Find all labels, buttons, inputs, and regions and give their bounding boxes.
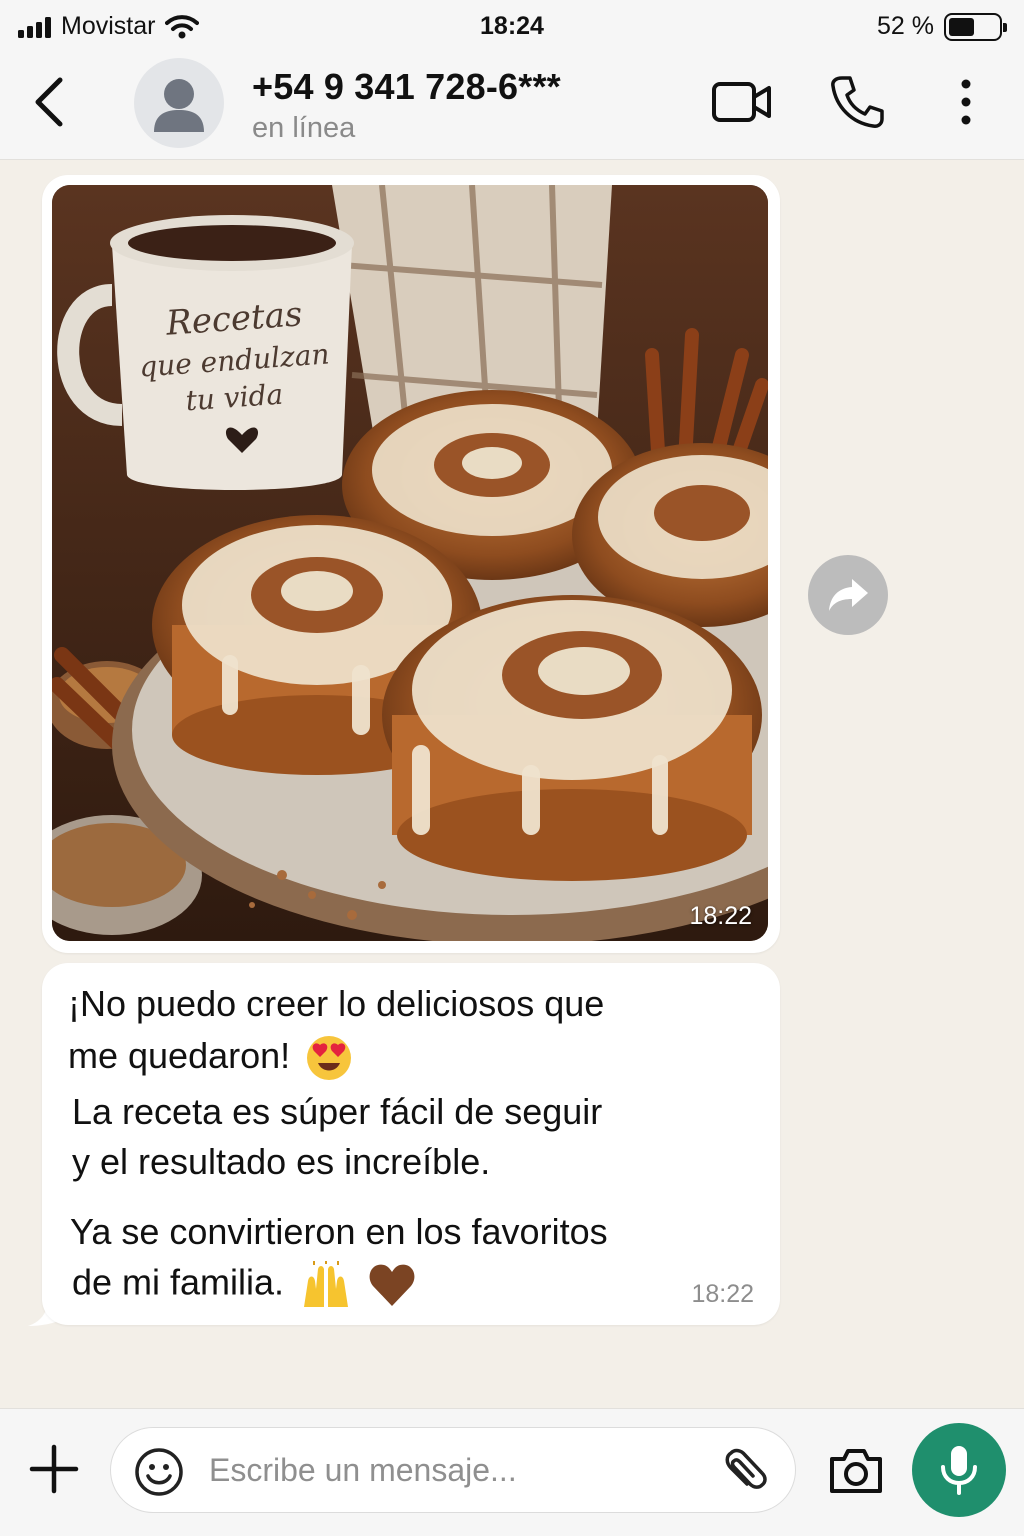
heart-eyes-emoji-icon [307,1036,352,1081]
status-time: 18:24 [480,12,544,40]
avatar[interactable] [134,58,224,148]
forward-arrow-icon [829,579,868,611]
more-options-button[interactable] [946,72,986,132]
contact-status: en línea [252,112,356,144]
message-input[interactable] [209,1446,689,1494]
message-line-6: de mi familia. [72,1261,285,1303]
add-attachment-button[interactable] [28,1443,80,1495]
message-line-2-row: me quedaron! [68,1035,352,1081]
message-line-5: Ya se convirtieron en los favoritos [70,1211,608,1252]
more-vertical-icon [961,79,971,125]
status-right: 52 % [877,12,1007,41]
plus-icon [29,1444,79,1494]
chat-header: +54 9 341 728-6*** en línea [0,54,1024,160]
text-message-time: 18:22 [691,1280,754,1308]
paperclip-icon [725,1448,767,1489]
battery-icon [944,12,1007,41]
input-bar [0,1408,1024,1536]
camera-button[interactable] [826,1441,886,1501]
default-user-icon [154,79,204,132]
contact-info[interactable]: +54 9 341 728-6*** en línea [252,66,561,145]
message-line-4: y el resultado es increíble. [72,1141,491,1182]
message-line-1: ¡No puedo creer lo deliciosos que [68,983,605,1024]
message-line-6-row: de mi familia. [72,1261,416,1309]
text-message-bubble[interactable]: ¡No puedo creer lo deliciosos que me que… [42,963,780,1325]
cinnamon-rolls-photo[interactable]: Recetas que endulzan tu vida 18:22 [52,185,768,941]
chat-area[interactable]: Recetas que endulzan tu vida 18:22 ¡No p… [0,160,1024,1408]
phone-icon [831,76,884,128]
message-compose-box[interactable] [110,1427,796,1513]
camera-icon [830,1449,882,1493]
emoji-button[interactable] [133,1446,185,1498]
video-call-button[interactable] [710,72,774,132]
photo-illustration: Recetas que endulzan tu vida [52,185,768,941]
raising-hands-emoji-icon [304,1261,349,1307]
forward-button[interactable] [808,555,888,635]
brown-heart-emoji-icon [369,1264,415,1306]
image-message-bubble[interactable]: Recetas que endulzan tu vida 18:22 [42,175,780,953]
attach-button[interactable] [717,1446,769,1498]
image-message-time: 18:22 [689,902,752,930]
contact-name: +54 9 341 728-6*** [252,66,561,107]
status-bar: Movistar 18:24 52 % [0,0,1024,54]
mug-text-line-3: tu vida [185,378,285,418]
back-button[interactable] [26,72,76,132]
battery-fill [949,17,974,36]
smiley-icon [135,1448,183,1496]
message-line-3: La receta es súper fácil de seguir [72,1091,603,1132]
battery-percent: 52 % [877,12,934,40]
message-line-2: me quedaron! [68,1035,291,1076]
voice-call-button[interactable] [826,72,888,132]
video-camera-icon [712,82,771,122]
chevron-left-icon [35,77,63,127]
microphone-icon [941,1446,977,1495]
voice-message-button[interactable] [912,1423,1006,1517]
